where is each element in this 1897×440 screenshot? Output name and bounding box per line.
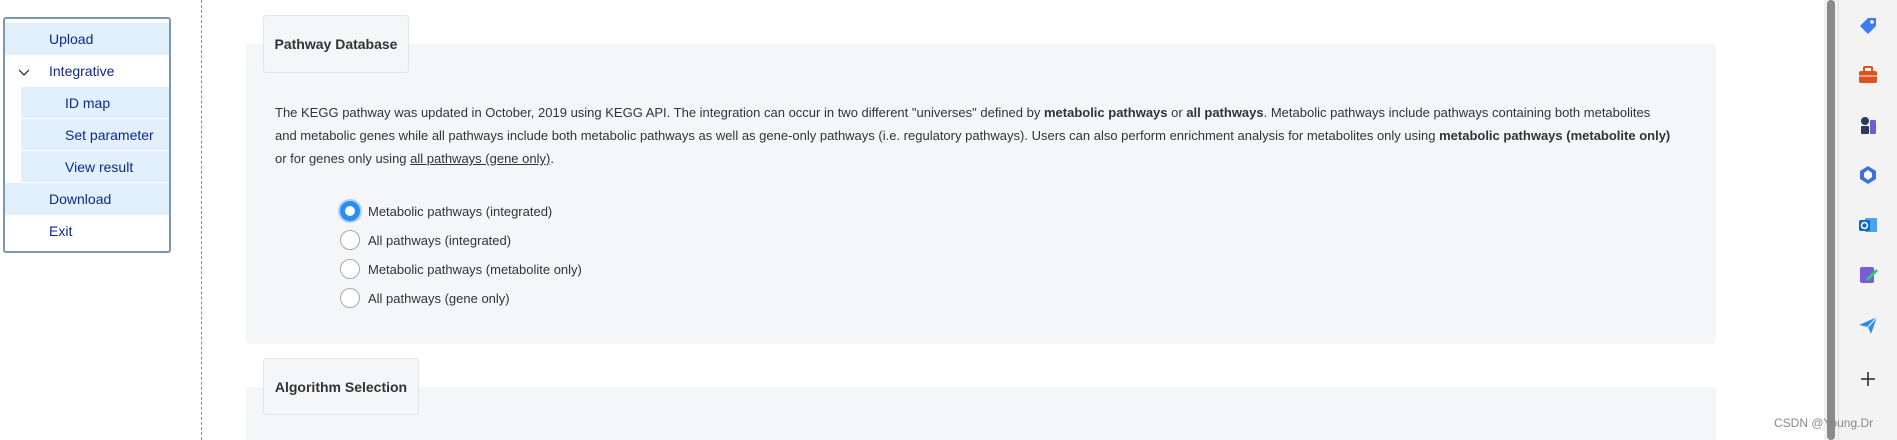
radio-option-all-gene-only[interactable]: All pathways (gene only) <box>340 286 510 310</box>
radio-button[interactable] <box>340 230 360 250</box>
nav-item-set-parameter[interactable]: Set parameter <box>21 119 169 151</box>
desc-bold: all pathways <box>1186 105 1264 120</box>
pathway-panel-header: Pathway Database <box>263 15 409 73</box>
copilot-icon[interactable] <box>1856 163 1880 187</box>
nav-item-exit[interactable]: Exit <box>5 215 169 247</box>
nav-item-label: ID map <box>65 95 111 111</box>
panel-divider[interactable] <box>201 0 202 440</box>
tag-icon[interactable] <box>1856 14 1880 38</box>
radio-label: All pathways (gene only) <box>368 290 510 306</box>
radio-label: All pathways (integrated) <box>368 232 512 248</box>
desc-underline: all pathways (gene only) <box>410 151 551 166</box>
radio-label: Metabolic pathways (integrated) <box>368 203 553 219</box>
desc-bold: metabolic pathways (metabolite only) <box>1439 128 1671 143</box>
nav-item-view-result[interactable]: View result <box>21 151 169 183</box>
desc-text: or for genes only using <box>275 151 411 166</box>
radio-label: Metabolic pathways (metabolite only) <box>368 261 582 277</box>
nav-item-label: Exit <box>49 223 73 239</box>
briefcase-icon[interactable] <box>1856 63 1880 87</box>
watermark: CSDN @Young.Dr <box>1774 416 1874 430</box>
send-icon[interactable] <box>1856 313 1880 337</box>
radio-button[interactable] <box>340 259 360 279</box>
nav-item-upload[interactable]: Upload <box>5 23 169 55</box>
algorithm-panel-body <box>246 387 1716 440</box>
desc-text: . <box>550 151 554 166</box>
radio-button[interactable] <box>340 201 360 221</box>
radio-option-metabolic-metabolite-only[interactable]: Metabolic pathways (metabolite only) <box>340 257 582 281</box>
radio-option-all-integrated[interactable]: All pathways (integrated) <box>340 228 511 252</box>
chevron-down-icon <box>19 69 29 76</box>
nav-panel: Upload Integrative Analysis ID map Set p… <box>3 17 171 253</box>
nav-item-label: View result <box>65 159 134 175</box>
algorithm-panel-header: Algorithm Selection <box>263 358 419 415</box>
desc-text: The KEGG pathway was updated in October,… <box>275 105 1044 120</box>
chess-icon[interactable] <box>1856 113 1880 137</box>
nav-item-label: Download <box>49 191 112 207</box>
desc-text: or <box>1167 105 1187 120</box>
nav-item-label: Set parameter <box>65 127 154 143</box>
radio-button[interactable] <box>340 288 360 308</box>
scrollbar-thumb[interactable] <box>1827 0 1835 440</box>
outlook-icon[interactable] <box>1856 213 1880 237</box>
pathway-description: The KEGG pathway was updated in October,… <box>275 101 1675 170</box>
nav-item-download[interactable]: Download <box>5 183 169 215</box>
nav-item-id-map[interactable]: ID map <box>21 87 169 119</box>
desc-bold: metabolic pathways <box>1043 105 1168 120</box>
designer-icon[interactable] <box>1856 263 1880 287</box>
radio-option-metabolic-integrated[interactable]: Metabolic pathways (integrated) <box>340 199 552 223</box>
plus-icon[interactable] <box>1856 367 1880 391</box>
nav-item-label: Upload <box>49 31 94 47</box>
nav-item-integrative-analysis[interactable]: Integrative Analysis <box>5 55 169 111</box>
